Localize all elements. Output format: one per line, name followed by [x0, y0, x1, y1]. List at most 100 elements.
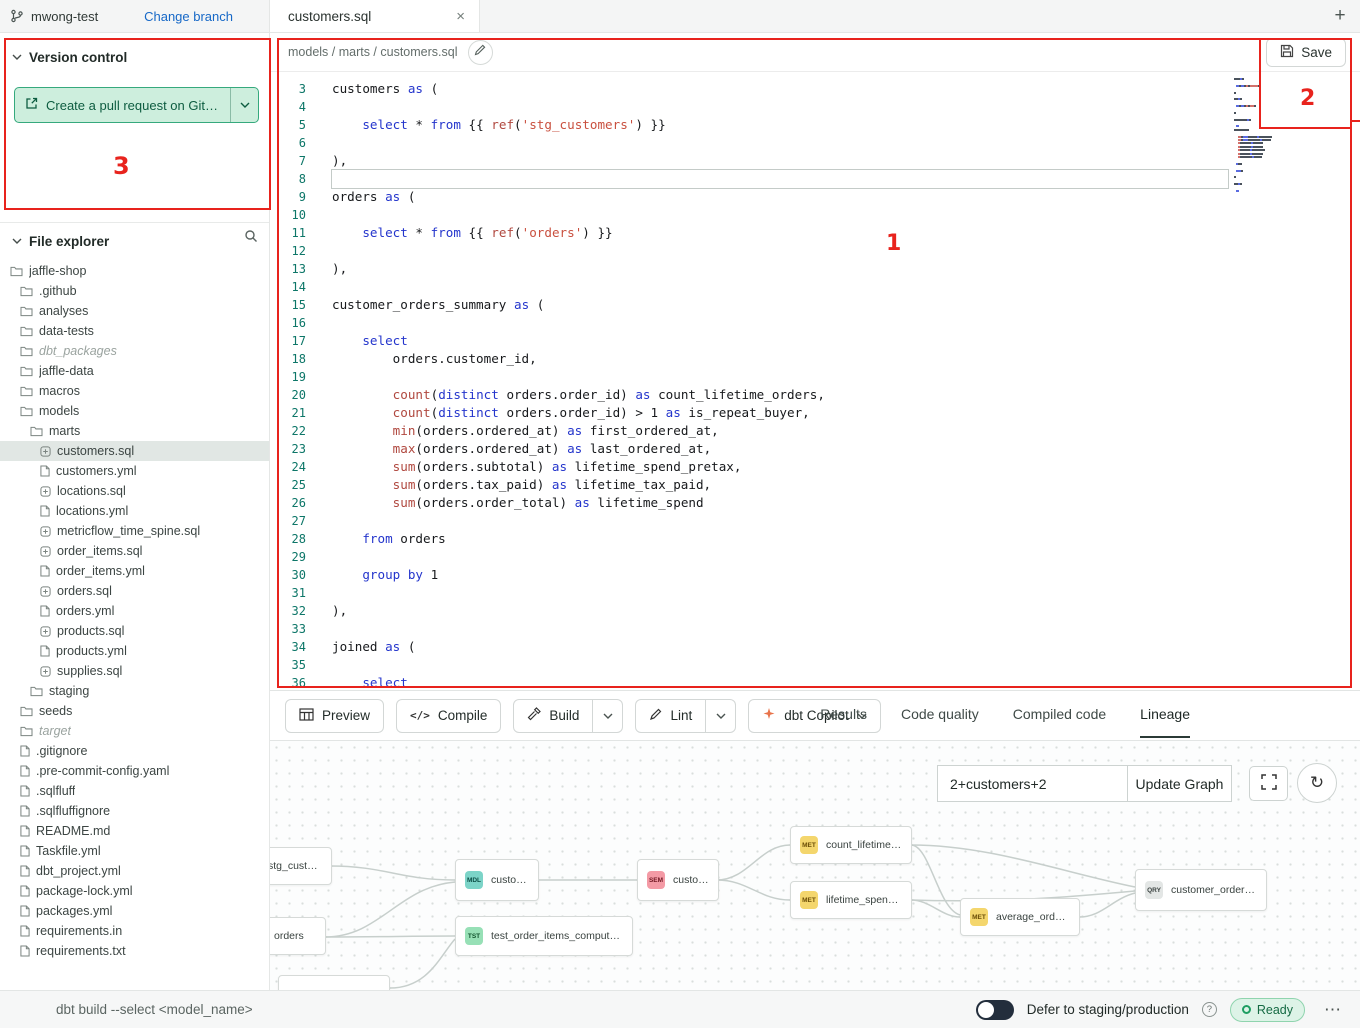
code-line-13[interactable]: ), [332, 260, 1228, 278]
code-line-10[interactable] [332, 206, 1228, 224]
code-line-28[interactable]: from orders [332, 530, 1228, 548]
code-line-36[interactable]: select [332, 674, 1228, 690]
tree-item-.github[interactable]: .github [0, 281, 269, 301]
code-line-30[interactable]: group by 1 [332, 566, 1228, 584]
minimap[interactable] [1232, 76, 1320, 195]
code-line-6[interactable] [332, 134, 1228, 152]
tree-item-locations.sql[interactable]: locations.sql [0, 481, 269, 501]
version-control-header[interactable]: Version control [0, 45, 269, 69]
build-command-text[interactable]: dbt build --select <model_name> [56, 1002, 253, 1017]
tree-item-requirements.txt[interactable]: requirements.txt [0, 941, 269, 961]
code-line-34[interactable]: joined as ( [332, 638, 1228, 656]
tree-item-Taskfile.yml[interactable]: Taskfile.yml [0, 841, 269, 861]
fullscreen-button[interactable] [1249, 766, 1288, 801]
lineage-node-customer_order_metrics[interactable]: QRYcustomer_order_metrics [1135, 869, 1267, 911]
code-line-9[interactable]: orders as ( [332, 188, 1228, 206]
tree-item-metricflow_time_spine.sql[interactable]: metricflow_time_spine.sql [0, 521, 269, 541]
tab-lineage[interactable]: Lineage [1140, 691, 1190, 738]
tree-item-package-lock.yml[interactable]: package-lock.yml [0, 881, 269, 901]
code-line-23[interactable]: max(orders.ordered_at) as last_ordered_a… [332, 440, 1228, 458]
code-line-31[interactable] [332, 584, 1228, 602]
compile-button[interactable]: </> Compile [396, 699, 501, 733]
lineage-node-test_order_items_compute_to_bools…[interactable]: TSTtest_order_items_compute_to_bools… [455, 916, 633, 956]
lineage-node-average_order_value[interactable]: METaverage_order_value [960, 898, 1080, 936]
tree-item-staging[interactable]: staging [0, 681, 269, 701]
tree-item-requirements.in[interactable]: requirements.in [0, 921, 269, 941]
code-line-22[interactable]: min(orders.ordered_at) as first_ordered_… [332, 422, 1228, 440]
code-line-27[interactable] [332, 512, 1228, 530]
code-line-19[interactable] [332, 368, 1228, 386]
tree-item-dbt_packages[interactable]: dbt_packages [0, 341, 269, 361]
tree-item-customers.sql[interactable]: customers.sql [0, 441, 269, 461]
code-line-29[interactable] [332, 548, 1228, 566]
code-line-7[interactable]: ), [332, 152, 1228, 170]
new-tab-button[interactable]: + [1320, 0, 1360, 32]
tree-item-customers.yml[interactable]: customers.yml [0, 461, 269, 481]
lineage-node-partial[interactable] [278, 975, 390, 990]
lineage-node-orders[interactable]: MDLorders [270, 917, 326, 955]
code-line-14[interactable] [332, 278, 1228, 296]
refresh-graph-button[interactable]: ↻ [1297, 763, 1337, 803]
tree-item-jaffle-data[interactable]: jaffle-data [0, 361, 269, 381]
code-line-12[interactable] [332, 242, 1228, 260]
lineage-node-count_lifetime_orders[interactable]: METcount_lifetime_orders [790, 826, 912, 864]
code-line-15[interactable]: customer_orders_summary as ( [332, 296, 1228, 314]
lint-button[interactable]: Lint [635, 699, 706, 733]
code-line-25[interactable]: sum(orders.tax_paid) as lifetime_tax_pai… [332, 476, 1228, 494]
tree-item-order_items.yml[interactable]: order_items.yml [0, 561, 269, 581]
overflow-menu-button[interactable]: ⋯ [1318, 1000, 1348, 1020]
lineage-node-customers[interactable]: SEMcustomers [637, 859, 719, 901]
file-explorer-header[interactable]: File explorer [0, 229, 270, 253]
tree-item-.gitignore[interactable]: .gitignore [0, 741, 269, 761]
pull-request-dropdown-button[interactable] [230, 88, 258, 122]
tree-item-target[interactable]: target [0, 721, 269, 741]
tree-item-.pre-commit-config.yaml[interactable]: .pre-commit-config.yaml [0, 761, 269, 781]
code-line-18[interactable]: orders.customer_id, [332, 350, 1228, 368]
tab-results[interactable]: Results [820, 691, 867, 738]
tab-code-quality[interactable]: Code quality [901, 691, 979, 738]
code-line-11[interactable]: select * from {{ ref('orders') }} [332, 224, 1228, 242]
code-line-3[interactable]: customers as ( [332, 80, 1228, 98]
tree-item-data-tests[interactable]: data-tests [0, 321, 269, 341]
lineage-node-customers[interactable]: MDLcustomers [455, 859, 539, 901]
code-line-4[interactable] [332, 98, 1228, 116]
code-line-24[interactable]: sum(orders.subtotal) as lifetime_spend_p… [332, 458, 1228, 476]
code-line-32[interactable]: ), [332, 602, 1228, 620]
tree-item-products.sql[interactable]: products.sql [0, 621, 269, 641]
info-icon[interactable]: ? [1202, 1002, 1217, 1017]
tree-item-dbt_project.yml[interactable]: dbt_project.yml [0, 861, 269, 881]
code-editor[interactable]: 3456789101112131415161718192021222324252… [270, 72, 1360, 690]
graph-selector-input[interactable] [937, 765, 1128, 802]
lineage-node-lifetime_spend_pretax[interactable]: METlifetime_spend_pretax [790, 881, 912, 919]
code-line-8[interactable] [332, 170, 1228, 188]
defer-toggle[interactable] [976, 1000, 1014, 1020]
code-line-35[interactable] [332, 656, 1228, 674]
create-pull-request-main[interactable]: Create a pull request on Git… [15, 88, 230, 122]
tree-item-.sqlfluffignore[interactable]: .sqlfluffignore [0, 801, 269, 821]
tree-item-macros[interactable]: macros [0, 381, 269, 401]
tree-item-supplies.sql[interactable]: supplies.sql [0, 661, 269, 681]
build-button[interactable]: Build [513, 699, 593, 733]
tree-item-.sqlfluff[interactable]: .sqlfluff [0, 781, 269, 801]
code-line-26[interactable]: sum(orders.order_total) as lifetime_spen… [332, 494, 1228, 512]
preview-button[interactable]: Preview [285, 699, 384, 733]
tree-item-models[interactable]: models [0, 401, 269, 421]
tree-item-seeds[interactable]: seeds [0, 701, 269, 721]
tree-item-locations.yml[interactable]: locations.yml [0, 501, 269, 521]
tree-item-marts[interactable]: marts [0, 421, 269, 441]
code-line-16[interactable] [332, 314, 1228, 332]
code-line-21[interactable]: count(distinct orders.order_id) > 1 as i… [332, 404, 1228, 422]
tree-item-order_items.sql[interactable]: order_items.sql [0, 541, 269, 561]
lint-dropdown-button[interactable] [706, 699, 736, 733]
tab-compiled-code[interactable]: Compiled code [1013, 691, 1106, 738]
lineage-node-stg_customers[interactable]: MDLstg_customers [270, 847, 332, 885]
code-line-20[interactable]: count(distinct orders.order_id) as count… [332, 386, 1228, 404]
tree-item-packages.yml[interactable]: packages.yml [0, 901, 269, 921]
search-icon[interactable] [244, 229, 258, 246]
change-branch-link[interactable]: Change branch [144, 9, 233, 24]
build-dropdown-button[interactable] [593, 699, 623, 733]
tree-item-README.md[interactable]: README.md [0, 821, 269, 841]
tree-item-orders.sql[interactable]: orders.sql [0, 581, 269, 601]
tab-customers-sql[interactable]: customers.sql × [270, 0, 480, 32]
close-icon[interactable]: × [456, 8, 465, 25]
